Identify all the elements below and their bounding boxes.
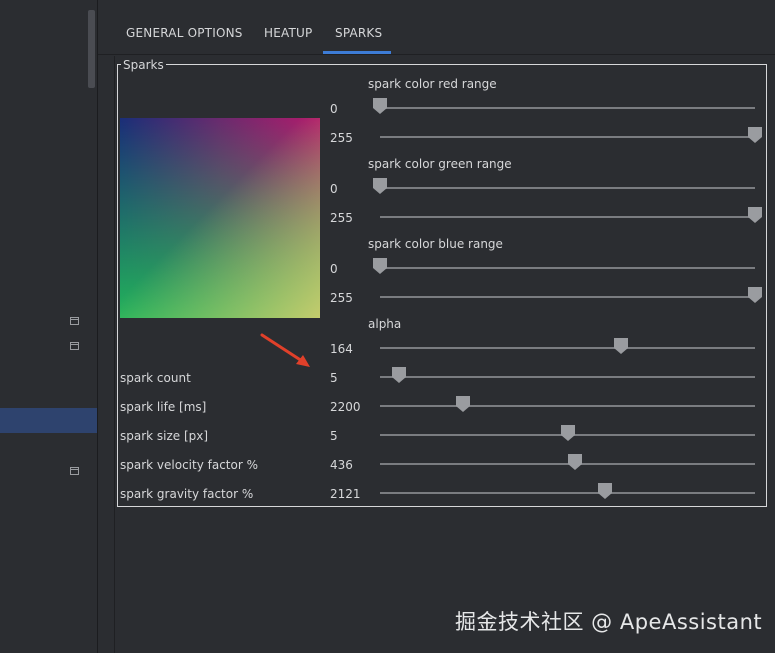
- red-range-label: spark color red range: [368, 77, 497, 91]
- spark-count-slider[interactable]: [380, 367, 755, 384]
- blue-max-value: 255: [330, 291, 353, 305]
- spark-color-preview-yellow-layer: [120, 118, 320, 318]
- alpha-value: 164: [330, 342, 353, 356]
- green-min-slider[interactable]: [373, 178, 755, 195]
- red-max-value: 255: [330, 131, 353, 145]
- spark-gravity-slider[interactable]: [380, 483, 755, 500]
- groupbox-title: Sparks: [121, 58, 166, 72]
- tab-heatup[interactable]: HEATUP: [264, 26, 312, 40]
- spark-life-label: spark life [ms]: [120, 400, 207, 414]
- blue-max-slider[interactable]: [380, 287, 762, 304]
- spark-count-label: spark count: [120, 371, 191, 385]
- arrow-annotation-icon: [260, 333, 310, 367]
- red-min-value: 0: [330, 102, 338, 116]
- slider-thumb-icon[interactable]: [373, 258, 387, 274]
- alpha-label: alpha: [368, 317, 402, 331]
- green-min-value: 0: [330, 182, 338, 196]
- left-selected-row[interactable]: [0, 408, 97, 433]
- slider-thumb-icon[interactable]: [391, 367, 406, 383]
- spark-gravity-value: 2121: [330, 487, 361, 501]
- tab-general-options[interactable]: GENERAL OPTIONS: [126, 26, 243, 40]
- spark-velocity-label: spark velocity factor %: [120, 458, 259, 472]
- blue-range-label: spark color blue range: [368, 237, 503, 251]
- tab-sparks[interactable]: SPARKS: [335, 26, 382, 40]
- calendar-icon[interactable]: [70, 342, 79, 350]
- spark-life-value: 2200: [330, 400, 361, 414]
- spark-size-value: 5: [330, 429, 338, 443]
- content-border-left: [114, 56, 115, 653]
- slider-thumb-icon[interactable]: [373, 98, 387, 114]
- spark-velocity-slider[interactable]: [380, 454, 755, 471]
- watermark-text: 掘金技术社区 @ ApeAssistant: [455, 610, 763, 634]
- calendar-icon[interactable]: [70, 317, 79, 325]
- spark-gravity-label: spark gravity factor %: [120, 487, 254, 501]
- slider-thumb-icon[interactable]: [748, 287, 762, 303]
- slider-thumb-icon[interactable]: [748, 127, 762, 143]
- red-min-slider[interactable]: [373, 98, 755, 115]
- alpha-slider[interactable]: [380, 338, 755, 355]
- slider-thumb-icon[interactable]: [748, 207, 762, 223]
- spark-color-preview: [120, 118, 320, 318]
- green-max-slider[interactable]: [380, 207, 762, 224]
- slider-thumb-icon[interactable]: [568, 454, 582, 470]
- calendar-icon[interactable]: [70, 467, 79, 475]
- slider-thumb-icon[interactable]: [614, 338, 629, 354]
- red-max-slider[interactable]: [380, 127, 762, 144]
- green-range-label: spark color green range: [368, 157, 512, 171]
- spark-count-value: 5: [330, 371, 338, 385]
- spark-life-slider[interactable]: [380, 396, 755, 413]
- spark-size-slider[interactable]: [380, 425, 755, 442]
- active-tab-indicator: [323, 51, 391, 54]
- blue-min-slider[interactable]: [373, 258, 755, 275]
- slider-thumb-icon[interactable]: [598, 483, 612, 499]
- slider-thumb-icon[interactable]: [560, 425, 575, 441]
- spark-velocity-value: 436: [330, 458, 353, 472]
- left-scrollbar-thumb[interactable]: [88, 10, 95, 88]
- slider-thumb-icon[interactable]: [373, 178, 387, 194]
- left-panel: [0, 0, 97, 653]
- spark-size-label: spark size [px]: [120, 429, 209, 443]
- slider-thumb-icon[interactable]: [455, 396, 470, 412]
- green-max-value: 255: [330, 211, 353, 225]
- blue-min-value: 0: [330, 262, 338, 276]
